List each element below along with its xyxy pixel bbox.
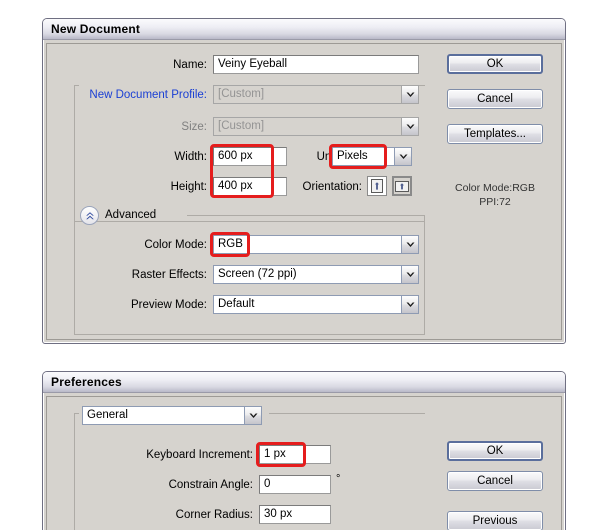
preferences-body: General Keyboard Increment: 1 px Constra… [46,396,562,530]
constrain-angle-label: Constrain Angle: [168,479,253,491]
preferences-titlebar: Preferences [43,372,565,393]
orientation-landscape-button[interactable] [392,176,412,196]
corner-radius-label: Corner Radius: [175,509,253,521]
screenshot-root: New Document Name: Veiny Eyeball New Doc… [0,0,600,530]
chevron-down-icon[interactable] [244,406,262,425]
orientation-label: Orientation: [302,181,362,193]
new-document-cancel-button[interactable]: Cancel [447,89,543,109]
orientation-portrait-button[interactable] [367,176,387,196]
new-document-dialog: New Document Name: Veiny Eyeball New Doc… [42,18,566,344]
degree-symbol: ° [336,473,341,485]
chevron-down-icon[interactable] [401,295,419,314]
new-document-profile-label: New Document Profile: [89,89,207,101]
preferences-dialog: Preferences General Keyboard Increment: … [42,371,566,530]
raster-effects-label: Raster Effects: [131,269,207,281]
width-input[interactable]: 600 px [213,147,287,166]
height-label: Height: [170,181,207,193]
new-document-ok-button[interactable]: OK [447,54,543,74]
chevron-down-icon[interactable] [401,265,419,284]
preferences-category-combo[interactable]: General [82,406,262,425]
summary-color-mode: Color Mode:RGB [455,182,535,194]
preferences-ok-button[interactable]: OK [447,441,543,461]
summary-ppi: PPI:72 [479,196,511,208]
color-mode-label: Color Mode: [144,239,207,251]
keyboard-increment-input[interactable]: 1 px [259,445,331,464]
keyboard-increment-label: Keyboard Increment: [146,449,253,461]
size-combo[interactable]: [Custom] [213,117,419,136]
preferences-title: Preferences [51,375,122,389]
chevron-down-icon[interactable] [401,85,419,104]
chevron-down-icon[interactable] [401,117,419,136]
new-document-title: New Document [51,22,141,36]
new-document-body: Name: Veiny Eyeball New Document Profile… [46,43,562,340]
size-value: [Custom] [213,117,401,136]
new-document-titlebar: New Document [43,19,565,40]
preview-mode-label: Preview Mode: [130,299,207,311]
preferences-previous-button[interactable]: Previous [447,511,543,530]
units-value: Pixels [332,147,394,166]
width-label: Width: [174,151,207,163]
raster-effects-combo[interactable]: Screen (72 ppi) [213,265,419,284]
preferences-cancel-button[interactable]: Cancel [447,471,543,491]
chevron-down-icon[interactable] [394,147,412,166]
constrain-angle-input[interactable]: 0 [259,475,331,494]
color-mode-value: RGB [213,235,401,254]
raster-effects-value: Screen (72 ppi) [213,265,401,284]
new-document-profile-combo[interactable]: [Custom] [213,85,419,104]
size-label: Size: [181,121,207,133]
chevron-down-icon[interactable] [401,235,419,254]
corner-radius-input[interactable]: 30 px [259,505,331,524]
preview-mode-combo[interactable]: Default [213,295,419,314]
preferences-category-value: General [82,406,244,425]
preview-mode-value: Default [213,295,401,314]
new-document-profile-value: [Custom] [213,85,401,104]
name-label: Name: [173,59,207,71]
color-mode-combo[interactable]: RGB [213,235,419,254]
units-combo[interactable]: Pixels [332,147,412,166]
templates-button[interactable]: Templates... [447,124,543,144]
name-input[interactable]: Veiny Eyeball [213,55,419,74]
